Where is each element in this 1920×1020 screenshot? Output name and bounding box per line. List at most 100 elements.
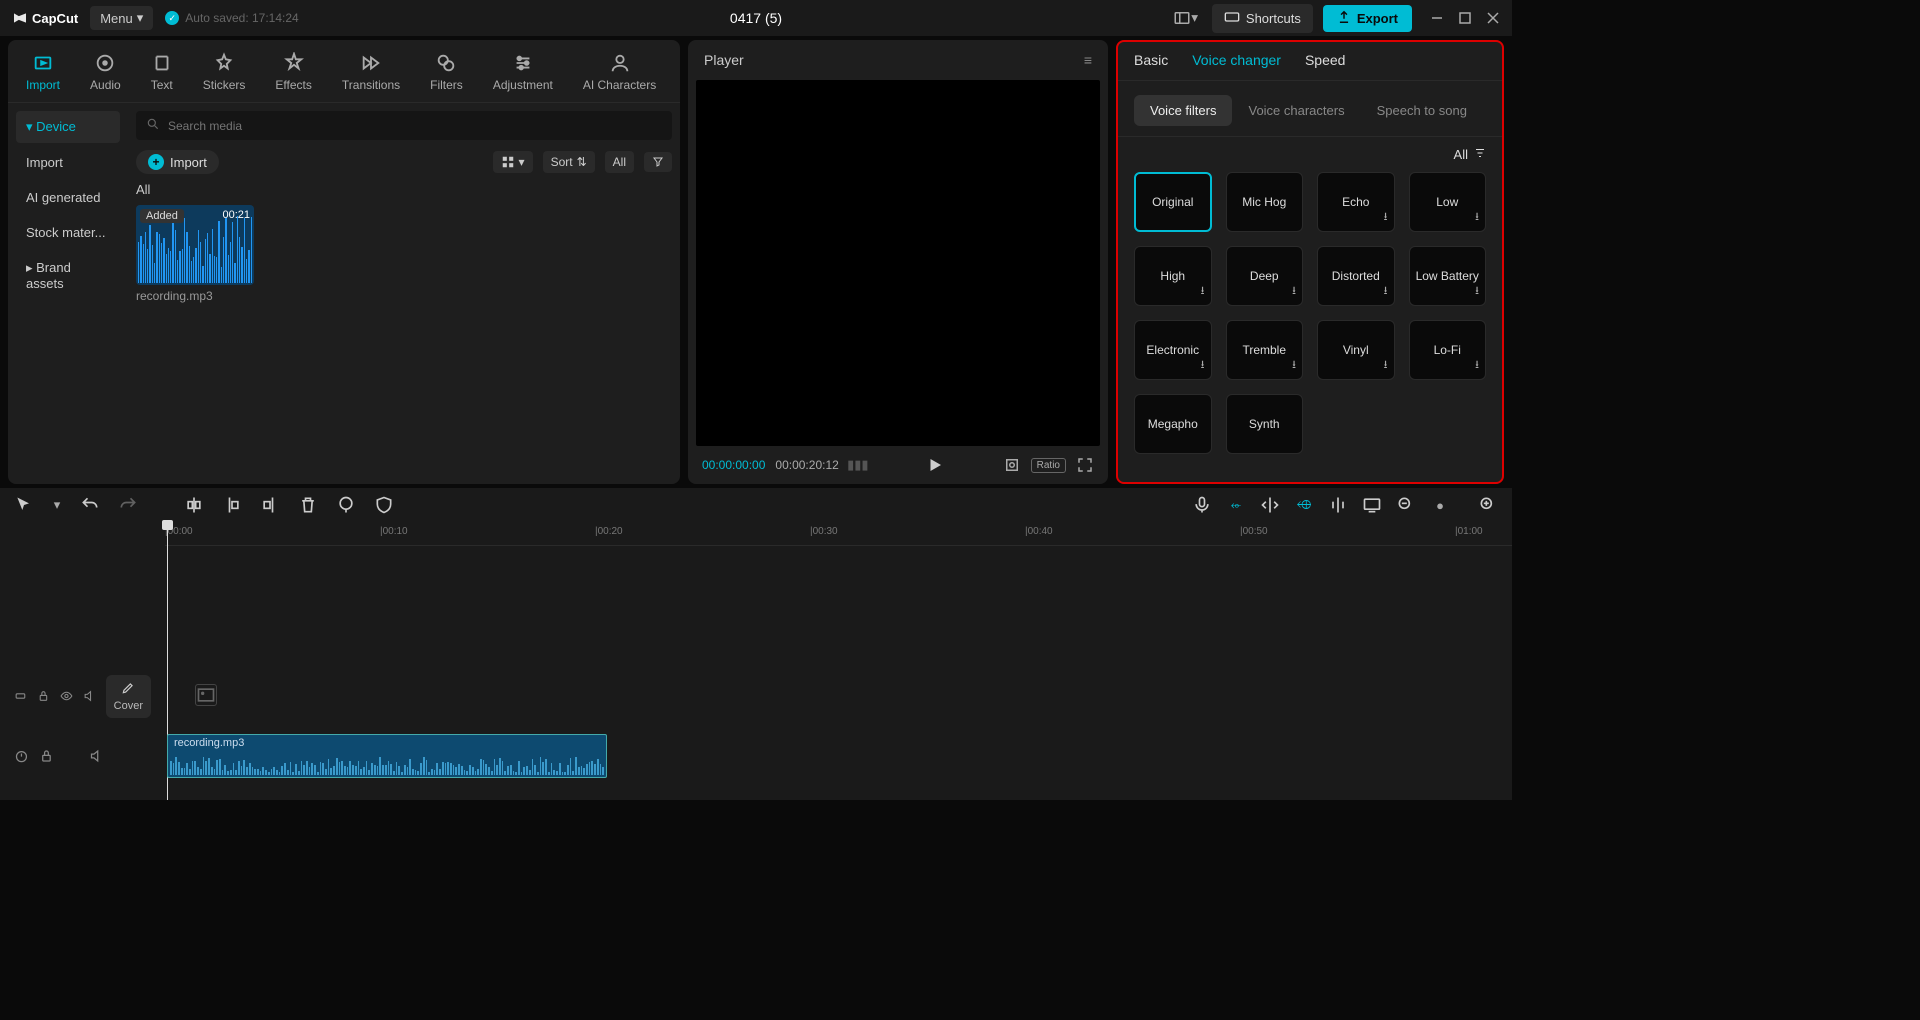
voice-filter-low-battery[interactable]: Low Battery⭳	[1409, 246, 1487, 306]
import-button[interactable]: + Import	[136, 150, 219, 174]
time-ruler[interactable]: |00:00|00:10|00:20|00:30|00:40|00:50|01:…	[165, 522, 1512, 546]
mic-icon[interactable]	[1192, 495, 1212, 515]
split-right-tool[interactable]	[260, 495, 280, 515]
filter-icon	[1474, 147, 1486, 162]
track-lock-icon[interactable]	[39, 748, 54, 764]
voice-filter-high[interactable]: High⭳	[1134, 246, 1212, 306]
close-button[interactable]	[1486, 11, 1500, 25]
plus-icon: +	[148, 154, 164, 170]
inspector-tab-speed[interactable]: Speed	[1305, 52, 1345, 80]
voice-filter-original[interactable]: Original	[1134, 172, 1212, 232]
zoom-out-icon[interactable]	[1396, 495, 1416, 515]
sort-button[interactable]: Sort ⇅	[543, 151, 595, 173]
nav-tab-import[interactable]: Import	[20, 48, 66, 102]
pointer-tool[interactable]	[14, 495, 34, 515]
nav-tab-adjustment[interactable]: Adjustment	[487, 48, 559, 102]
export-button[interactable]: Export	[1323, 5, 1412, 32]
voice-filter-mic-hog[interactable]: Mic Hog	[1226, 172, 1304, 232]
search-input[interactable]	[168, 119, 662, 133]
ruler-tick: |00:50	[1240, 526, 1268, 537]
magnet-left-icon[interactable]: ⬰	[1226, 495, 1246, 515]
voice-filter-electronic[interactable]: Electronic⭳	[1134, 320, 1212, 380]
side-item-import[interactable]: Import	[16, 147, 120, 178]
track-lock-icon[interactable]	[37, 688, 50, 704]
duration-timecode: 00:00:20:12	[775, 458, 838, 472]
media-filter-label: All	[136, 174, 672, 201]
view-mode-button[interactable]: ▾	[493, 151, 533, 173]
zoom-slider-thumb[interactable]: ●	[1430, 495, 1450, 515]
voice-filter-lo-fi[interactable]: Lo-Fi⭳	[1409, 320, 1487, 380]
nav-tab-text[interactable]: Text	[145, 48, 179, 102]
magnet-right-icon[interactable]: ⬲	[1294, 495, 1314, 515]
nav-tab-effects[interactable]: Effects	[269, 48, 317, 102]
maximize-button[interactable]	[1458, 11, 1472, 25]
nav-tab-filters[interactable]: Filters	[424, 48, 469, 102]
filter-icon-button[interactable]	[644, 152, 672, 172]
voice-filter-distorted[interactable]: Distorted⭳	[1317, 246, 1395, 306]
nav-tab-transitions[interactable]: Transitions	[336, 48, 406, 102]
shield-tool[interactable]	[374, 495, 394, 515]
video-placeholder-icon[interactable]	[195, 684, 217, 706]
nav-tab-icon	[360, 52, 382, 74]
voice-filter-low[interactable]: Low⭳	[1409, 172, 1487, 232]
split-tool[interactable]	[184, 495, 204, 515]
pointer-dropdown[interactable]: ▾	[52, 495, 62, 515]
voice-filter-vinyl[interactable]: Vinyl⭳	[1317, 320, 1395, 380]
track-mute-icon[interactable]	[89, 748, 104, 764]
player-menu-icon[interactable]: ≡	[1084, 52, 1092, 68]
ratio-button[interactable]: Ratio	[1031, 458, 1066, 473]
keyboard-icon	[1224, 9, 1240, 28]
voice-filter-megapho[interactable]: Megapho	[1134, 394, 1212, 454]
marker-tool[interactable]	[336, 495, 356, 515]
media-item[interactable]: Added00:21recording.mp3	[136, 205, 254, 303]
search-bar[interactable]	[136, 111, 672, 140]
filter-all-button[interactable]: All	[605, 151, 634, 173]
nav-tab-ai-characters[interactable]: AI Characters	[577, 48, 662, 102]
nav-tab-icon	[609, 52, 631, 74]
shortcuts-button[interactable]: Shortcuts	[1212, 4, 1313, 33]
autosave-status: ✓ Auto saved: 17:14:24	[165, 11, 298, 25]
side-item-ai-generated[interactable]: AI generated	[16, 182, 120, 213]
nav-tab-stickers[interactable]: Stickers	[197, 48, 252, 102]
voice-filter-tremble[interactable]: Tremble⭳	[1226, 320, 1304, 380]
play-button[interactable]	[926, 456, 944, 474]
inspector-tab-voice-changer[interactable]: Voice changer	[1192, 52, 1281, 80]
pencil-icon	[121, 681, 135, 698]
monitor-icon[interactable]	[1362, 495, 1382, 515]
fullscreen-icon[interactable]	[1076, 456, 1094, 474]
filter-all-chip[interactable]: All	[1454, 147, 1486, 162]
menu-button[interactable]: Menu ▾	[90, 6, 153, 30]
player-viewport[interactable]	[696, 80, 1100, 446]
track-timer-icon[interactable]	[14, 748, 29, 764]
track-eye-icon[interactable]	[60, 688, 73, 704]
track-link-icon[interactable]	[14, 688, 27, 704]
side-item-device[interactable]: ▾ Device	[16, 111, 120, 143]
delete-tool[interactable]	[298, 495, 318, 515]
layout-button[interactable]: ▾	[1169, 5, 1202, 31]
side-item-brand-assets[interactable]: ▸ Brand assets	[16, 252, 120, 299]
inspector-tab-basic[interactable]: Basic	[1134, 52, 1168, 80]
side-item-stock-mater-[interactable]: Stock mater...	[16, 217, 120, 248]
voice-filter-grid: OriginalMic HogEcho⭳Low⭳ High⭳Deep⭳Distor…	[1118, 172, 1502, 464]
redo-button[interactable]	[118, 495, 138, 515]
inspector-tabs: Basic Voice changer Speed	[1118, 42, 1502, 81]
split-left-tool[interactable]	[222, 495, 242, 515]
crop-icon[interactable]	[1003, 456, 1021, 474]
voice-filter-synth[interactable]: Synth	[1226, 394, 1304, 454]
inspector-subtab-voice-characters[interactable]: Voice characters	[1232, 95, 1360, 126]
snap-icon[interactable]	[1328, 495, 1348, 515]
nav-tab-icon	[435, 52, 457, 74]
inspector-subtab-voice-filters[interactable]: Voice filters	[1134, 95, 1232, 126]
minimize-button[interactable]	[1430, 11, 1444, 25]
timeline[interactable]: |00:00|00:10|00:20|00:30|00:40|00:50|01:…	[0, 522, 1512, 800]
undo-button[interactable]	[80, 495, 100, 515]
inspector-subtab-speech-to-song[interactable]: Speech to song	[1361, 95, 1483, 126]
nav-tab-audio[interactable]: Audio	[84, 48, 127, 102]
voice-filter-echo[interactable]: Echo⭳	[1317, 172, 1395, 232]
track-mute-icon[interactable]	[83, 688, 96, 704]
align-icon[interactable]	[1260, 495, 1280, 515]
audio-clip[interactable]: recording.mp3	[167, 734, 607, 778]
voice-filter-deep[interactable]: Deep⭳	[1226, 246, 1304, 306]
zoom-in-icon[interactable]	[1478, 495, 1498, 515]
cover-button[interactable]: Cover	[106, 675, 151, 718]
